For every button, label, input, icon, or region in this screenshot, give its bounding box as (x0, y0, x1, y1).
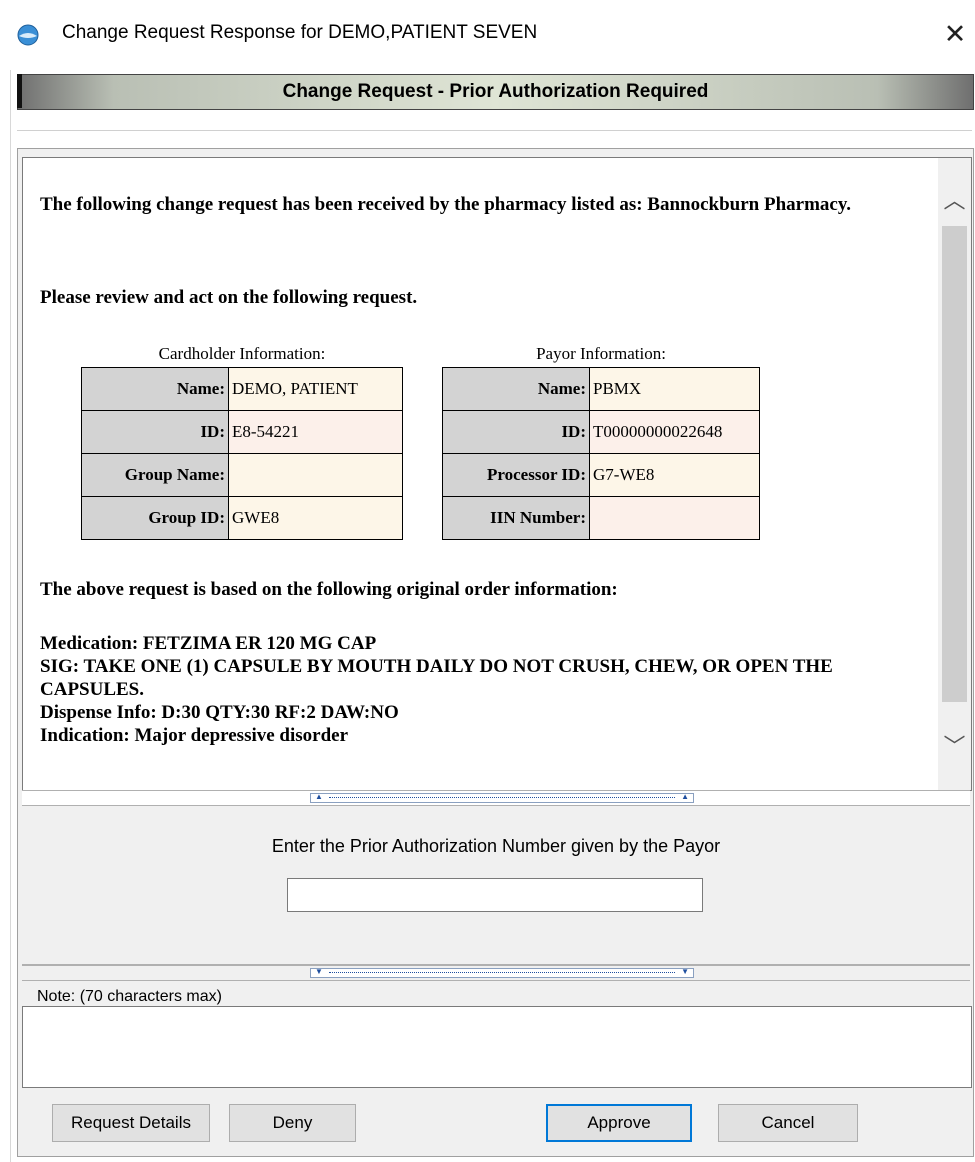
splitter-grip[interactable]: ▼ ▼ (310, 967, 694, 978)
cardholder-name-value: DEMO, PATIENT (228, 367, 403, 411)
upper-splitter[interactable]: ▲ ▲ (22, 790, 970, 806)
app-globe-icon (17, 24, 39, 46)
deny-button[interactable]: Deny (229, 1104, 356, 1142)
collapse-up-icon: ▲ (681, 792, 689, 801)
close-icon[interactable]: ✕ (940, 16, 970, 52)
prior-auth-panel: Enter the Prior Authorization Number giv… (22, 806, 970, 965)
cardholder-id-value: E8-54221 (228, 410, 403, 454)
window-left-edge (0, 0, 11, 1162)
table-row: ID: T00000000022648 (442, 410, 760, 454)
cardholder-table: Name: DEMO, PATIENT ID: E8-54221 Group N… (81, 367, 403, 540)
table-row: Processor ID: G7-WE8 (442, 453, 760, 497)
expand-down-icon: ▼ (315, 967, 323, 976)
cancel-button[interactable]: Cancel (718, 1104, 858, 1142)
request-details-pane[interactable]: The following change request has been re… (22, 157, 972, 791)
payor-iin-value (589, 496, 760, 540)
approve-button[interactable]: Approve (546, 1104, 692, 1142)
note-label: Note: (70 characters max) (35, 988, 224, 1006)
grip-dots (329, 797, 675, 798)
payor-caption: Payor Information: (536, 344, 666, 363)
request-details-button[interactable]: Request Details (52, 1104, 210, 1142)
review-text: Please review and act on the following r… (40, 287, 418, 308)
grip-dots (329, 972, 675, 973)
cardholder-group-id-label: Group ID: (81, 496, 229, 540)
payor-processor-id-label: Processor ID: (442, 453, 590, 497)
payor-id-value: T00000000022648 (589, 410, 760, 454)
original-order-heading: The above request is based on the follow… (40, 579, 618, 600)
request-content: The following change request has been re… (23, 158, 935, 790)
collapse-up-icon: ▲ (315, 792, 323, 801)
banner-edge (17, 74, 22, 108)
payor-name-label: Name: (442, 367, 590, 411)
payor-name-value: PBMX (589, 367, 760, 411)
scroll-up-icon[interactable]: ︿ (938, 186, 971, 216)
cardholder-id-label: ID: (81, 410, 229, 454)
table-row: Group Name: (81, 453, 403, 497)
prior-auth-label: Enter the Prior Authorization Number giv… (271, 836, 721, 856)
sig-text: SIG: TAKE ONE (1) CAPSULE BY MOUTH DAILY… (40, 656, 833, 700)
window-title: Change Request Response for DEMO,PATIENT… (62, 22, 538, 43)
indication-text: Indication: Major depressive disorder (40, 725, 349, 746)
cardholder-caption: Cardholder Information: (158, 344, 326, 363)
expand-down-icon: ▼ (681, 967, 689, 976)
cardholder-group-name-value (228, 453, 403, 497)
payor-id-label: ID: (442, 410, 590, 454)
vertical-scrollbar[interactable]: ︿ ﹀ (938, 158, 971, 790)
dispense-text: Dispense Info: D:30 QTY:30 RF:2 DAW:NO (40, 702, 399, 723)
section-banner: Change Request - Prior Authorization Req… (17, 74, 974, 110)
table-row: IIN Number: (442, 496, 760, 540)
cardholder-group-name-label: Group Name: (81, 453, 229, 497)
table-row: ID: E8-54221 (81, 410, 403, 454)
splitter-grip[interactable]: ▲ ▲ (310, 792, 694, 803)
cardholder-group-id-value: GWE8 (228, 496, 403, 540)
divider (17, 130, 972, 131)
lower-splitter[interactable]: ▼ ▼ (22, 965, 970, 981)
cardholder-name-label: Name: (81, 367, 229, 411)
table-row: Name: PBMX (442, 367, 760, 411)
prior-auth-number-input[interactable] (287, 878, 703, 912)
payor-iin-label: IIN Number: (442, 496, 590, 540)
scroll-down-icon[interactable]: ﹀ (938, 732, 971, 762)
table-row: Name: DEMO, PATIENT (81, 367, 403, 411)
payor-table: Name: PBMX ID: T00000000022648 Processor… (442, 367, 760, 540)
intro-text: The following change request has been re… (40, 194, 852, 215)
scrollbar-thumb[interactable] (942, 226, 967, 702)
medication-text: Medication: FETZIMA ER 120 MG CAP (40, 633, 377, 654)
note-textarea[interactable] (22, 1006, 972, 1088)
payor-processor-id-value: G7-WE8 (589, 453, 760, 497)
table-row: Group ID: GWE8 (81, 496, 403, 540)
